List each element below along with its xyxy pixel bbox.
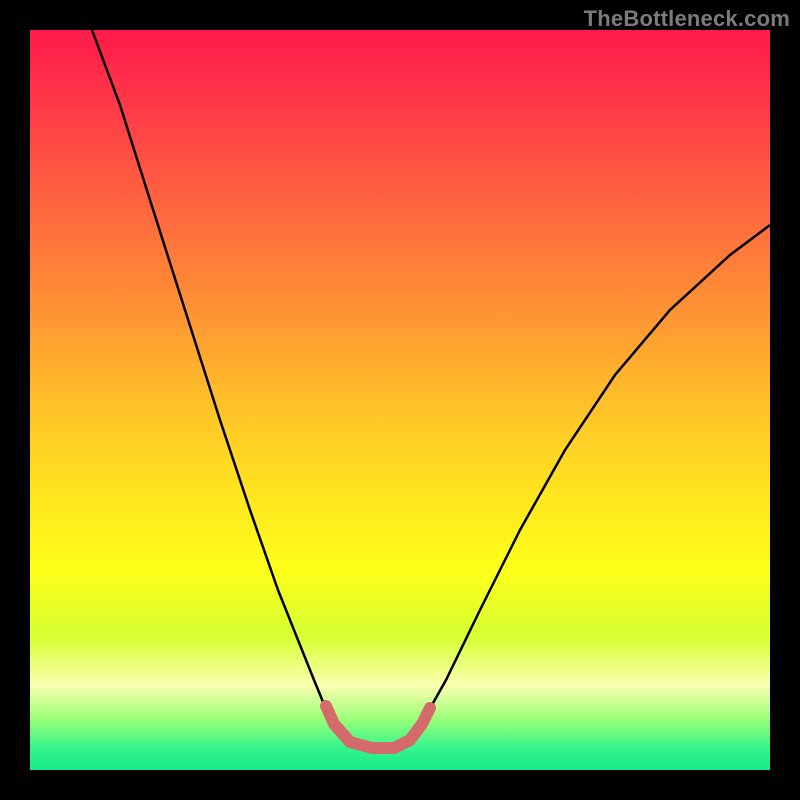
curve-layer (30, 30, 770, 770)
chart-frame: TheBottleneck.com (0, 0, 800, 800)
bottom-highlight (326, 706, 430, 748)
plot-area (30, 30, 770, 770)
watermark-text: TheBottleneck.com (584, 6, 790, 32)
bottleneck-curve (92, 30, 770, 748)
